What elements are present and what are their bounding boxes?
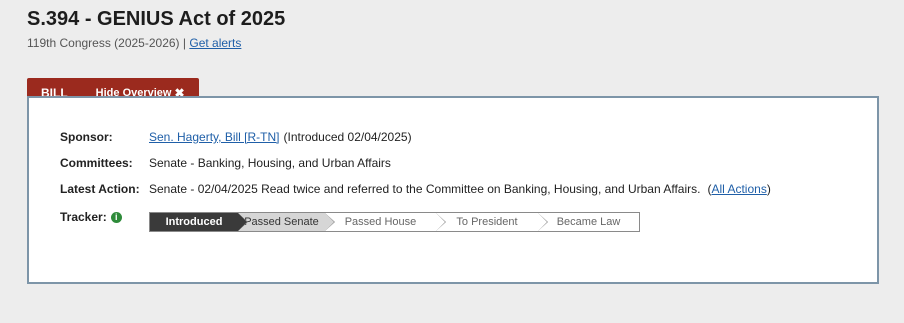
committees-row: Committees: Senate - Banking, Housing, a… bbox=[60, 156, 391, 170]
tracker-step-label: Passed House bbox=[344, 216, 417, 228]
info-icon[interactable]: i bbox=[110, 211, 122, 223]
tracker-step-label: Became Law bbox=[556, 216, 621, 228]
tracker-step-passed-house: Passed House bbox=[325, 213, 446, 231]
tracker-row: Tracker: i bbox=[60, 210, 122, 224]
sponsor-link[interactable]: Sen. Hagerty, Bill [R-TN] bbox=[149, 130, 279, 144]
tracker-step-label: Introduced bbox=[165, 216, 223, 228]
sponsor-row: Sponsor: Sen. Hagerty, Bill [R-TN] (Intr… bbox=[60, 130, 412, 144]
page-title: S.394 - GENIUS Act of 2025 bbox=[27, 8, 286, 30]
latest-action-label: Latest Action: bbox=[60, 182, 140, 196]
bill-tracker: Introduced Passed Senate Passed House To… bbox=[149, 212, 640, 232]
all-actions-link[interactable]: All Actions bbox=[711, 182, 766, 196]
tracker-step-label: To President bbox=[456, 216, 518, 228]
latest-action-value: Senate - 02/04/2025 Read twice and refer… bbox=[149, 182, 701, 196]
committees-label: Committees: bbox=[60, 156, 133, 170]
tracker-step-to-president: To President bbox=[436, 213, 548, 231]
tracker-step-passed-senate: Passed Senate bbox=[238, 213, 335, 231]
committees-value: Senate - Banking, Housing, and Urban Aff… bbox=[149, 156, 391, 170]
tracker-label: Tracker: bbox=[60, 210, 107, 224]
get-alerts-link[interactable]: Get alerts bbox=[189, 36, 241, 50]
congress-line: 119th Congress (2025-2026) | Get alerts bbox=[27, 36, 241, 50]
overview-panel: Sponsor: Sen. Hagerty, Bill [R-TN] (Intr… bbox=[27, 96, 879, 284]
latest-action-row: Latest Action: Senate - 02/04/2025 Read … bbox=[60, 182, 771, 196]
tracker-step-became-law: Became Law bbox=[538, 213, 639, 231]
sponsor-label: Sponsor: bbox=[60, 130, 113, 144]
tracker-step-label: Passed Senate bbox=[244, 216, 319, 228]
tracker-step-introduced: Introduced bbox=[150, 213, 248, 231]
separator: | bbox=[182, 36, 187, 50]
sponsor-introduced: (Introduced 02/04/2025) bbox=[283, 130, 412, 144]
all-actions-close: ) bbox=[766, 182, 771, 196]
congress-label: 119th Congress (2025-2026) bbox=[27, 36, 180, 50]
